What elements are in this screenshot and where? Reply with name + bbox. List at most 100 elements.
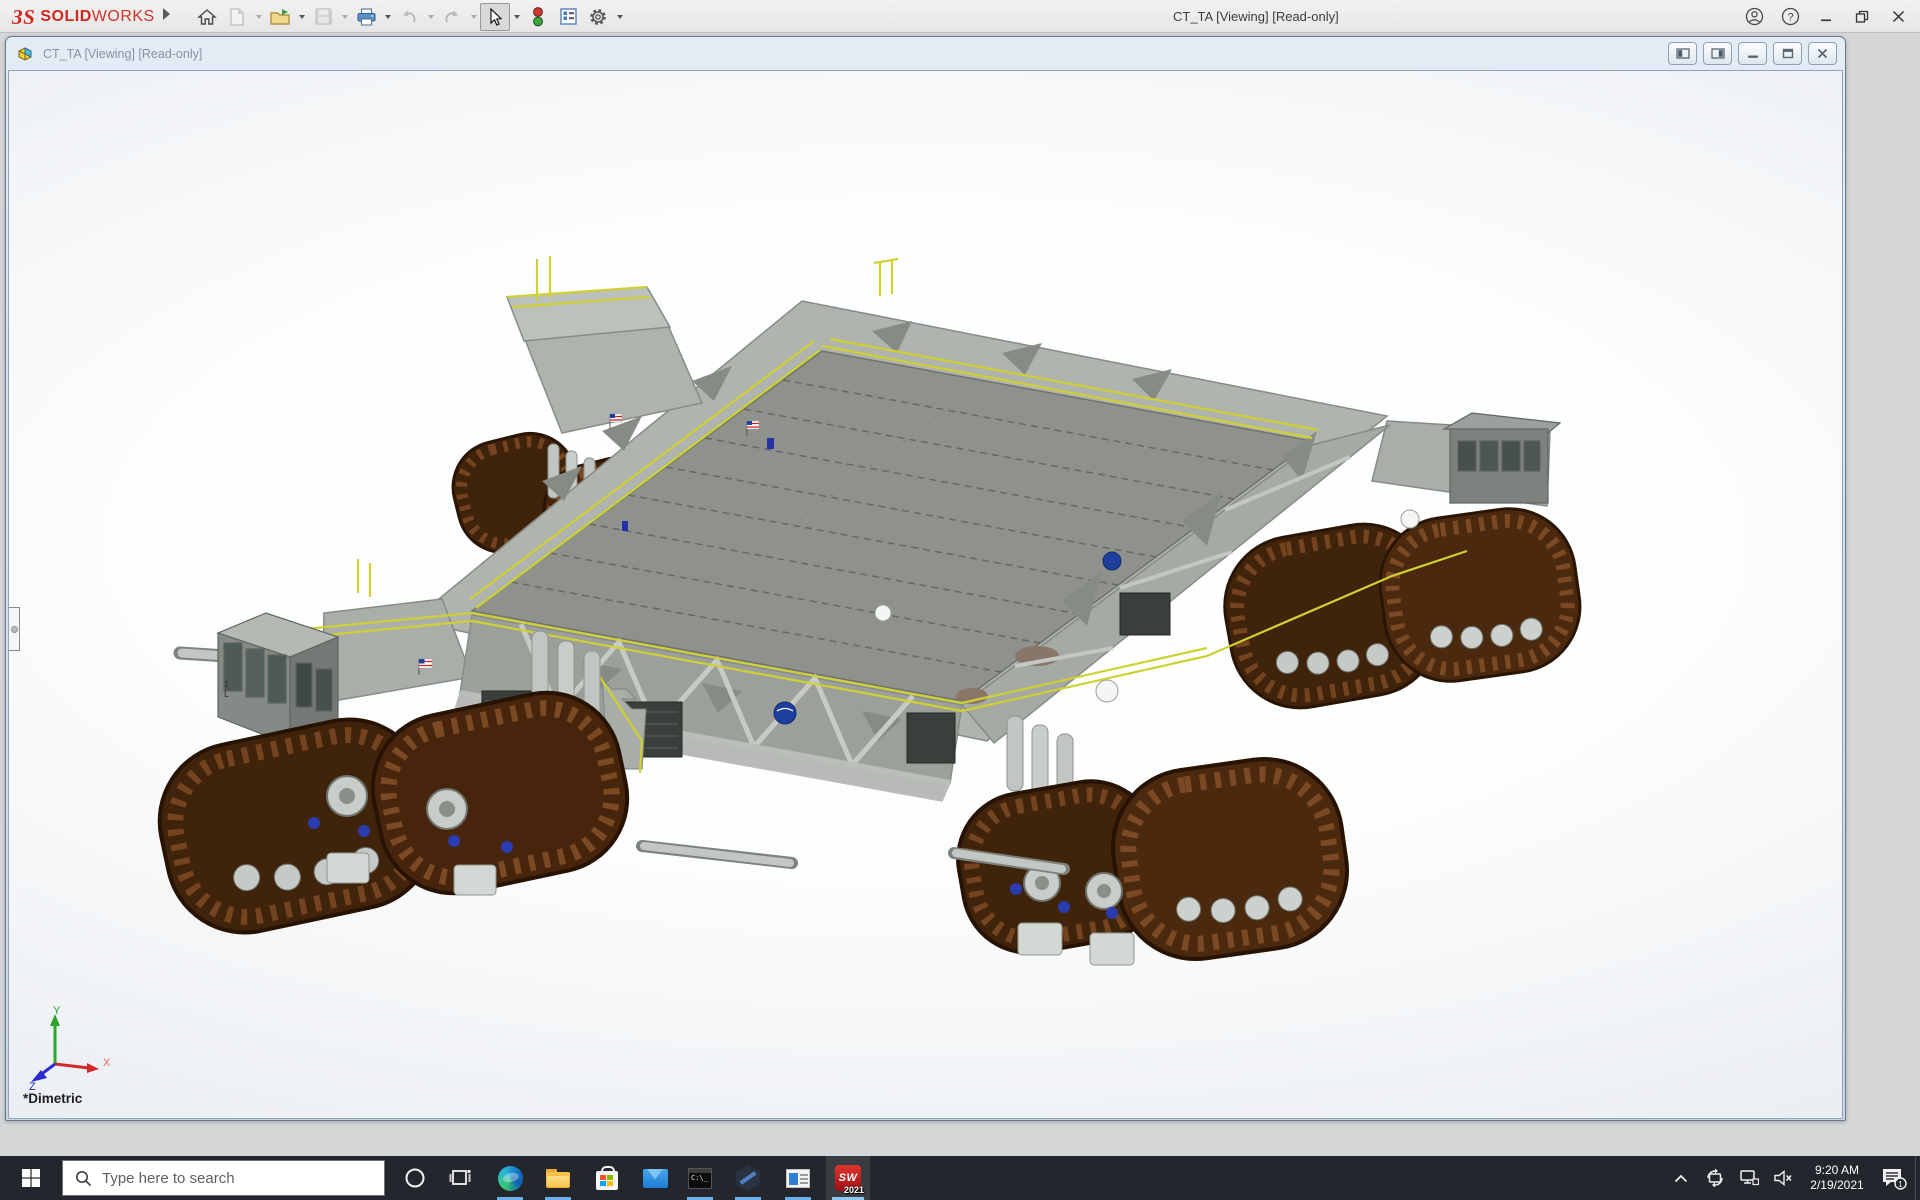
document-title-bar[interactable]: CT_TA [Viewing] [Read-only] (6, 37, 1845, 71)
collapse-right-pane-button[interactable] (1703, 42, 1732, 65)
doc-restore-icon (1782, 48, 1794, 59)
nasa-meatball-decal (1103, 552, 1121, 570)
splitter-dot (11, 626, 18, 633)
design-checker-button[interactable] (553, 3, 583, 31)
options-dropdown[interactable] (613, 3, 626, 31)
view-orientation-label: *Dimetric (23, 1091, 82, 1106)
pane-right-icon (1711, 48, 1725, 59)
tray-network[interactable] (1732, 1156, 1766, 1200)
document-window: CT_TA [Viewing] [Read-only] (5, 36, 1846, 1121)
start-button[interactable] (0, 1156, 62, 1200)
save-icon (314, 7, 333, 26)
undo-dropdown[interactable] (424, 3, 437, 31)
viewport-3d[interactable]: 1 L Y X Z *Dimetric (8, 70, 1843, 1119)
triad-z-label: Z (29, 1081, 36, 1091)
account-icon (1745, 7, 1764, 26)
taskbar-command-prompt[interactable]: C:\_ (678, 1156, 722, 1200)
assembly-cube-icon (15, 44, 35, 64)
mail-icon (643, 1169, 668, 1188)
operator-cab-right (1444, 413, 1560, 503)
select-tool-button[interactable] (480, 3, 510, 31)
vent-circle (1096, 680, 1118, 702)
vent-circle (1401, 510, 1419, 528)
document-window-controls (1668, 42, 1837, 65)
notification-badge: 1 (1898, 1180, 1903, 1189)
taskbar-store[interactable] (585, 1156, 629, 1200)
solidworks-year-badge: 2021 (844, 1185, 864, 1195)
tray-volume[interactable] (1766, 1156, 1800, 1200)
select-tool-dropdown[interactable] (510, 3, 523, 31)
home-button[interactable] (192, 3, 222, 31)
search-input[interactable] (102, 1170, 384, 1187)
undo-button[interactable] (394, 3, 424, 31)
taskbar-mail[interactable] (633, 1156, 677, 1200)
restore-button[interactable] (1844, 2, 1880, 32)
close-button[interactable] (1880, 2, 1916, 32)
print-button[interactable] (351, 3, 381, 31)
print-dropdown[interactable] (381, 3, 394, 31)
options-button[interactable] (583, 3, 613, 31)
taskbar-task-view[interactable] (438, 1156, 482, 1200)
doc-close-button[interactable] (1808, 42, 1837, 65)
help-button[interactable]: ? (1772, 2, 1808, 32)
windows-logo-icon (22, 1169, 40, 1187)
collapse-left-pane-button[interactable] (1668, 42, 1697, 65)
new-document-dropdown[interactable] (252, 3, 265, 31)
doc-minimize-icon (1747, 49, 1759, 59)
open-dropdown[interactable] (295, 3, 308, 31)
hidden-icons-button[interactable] (1664, 1156, 1698, 1200)
account-button[interactable] (1736, 2, 1772, 32)
clock-date: 2/19/2021 (1800, 1178, 1874, 1193)
taskbar-window-app[interactable] (776, 1156, 820, 1200)
taskbar-solidworks[interactable]: SW 2021 (826, 1156, 870, 1200)
taskbar-cortana[interactable] (393, 1156, 437, 1200)
menu-expand-arrow[interactable] (163, 8, 170, 20)
pane-left-icon (1676, 48, 1690, 59)
select-cursor-icon (486, 7, 504, 27)
doc-close-icon (1817, 48, 1828, 59)
file-explorer-icon (546, 1169, 570, 1188)
taskbar-clock[interactable]: 9:20 AM 2/19/2021 (1800, 1163, 1874, 1193)
minimize-button[interactable] (1808, 2, 1844, 32)
taskbar-file-explorer[interactable] (536, 1156, 580, 1200)
clock-time: 9:20 AM (1800, 1163, 1874, 1178)
save-button[interactable] (308, 3, 338, 31)
tray-display-sync[interactable] (1698, 1156, 1732, 1200)
blue-pennant-decal (622, 521, 628, 531)
dassault-ds-icon: ЗS (12, 5, 35, 30)
undo-icon (399, 8, 419, 26)
chevron-up-icon (1674, 1174, 1688, 1183)
gear-icon (588, 7, 608, 27)
doc-minimize-button[interactable] (1738, 42, 1767, 65)
action-center-icon: 1 (1881, 1166, 1907, 1190)
search-icon (75, 1170, 92, 1187)
redo-dropdown[interactable] (467, 3, 480, 31)
redo-icon (442, 8, 462, 26)
action-center-button[interactable]: 1 (1874, 1156, 1914, 1200)
print-icon (356, 7, 377, 27)
feature-tree-splitter-handle[interactable] (9, 607, 20, 651)
app-window-title: CT_TA [Viewing] [Read-only] (1173, 9, 1339, 24)
nasa-meatball-decal (774, 702, 796, 724)
checklist-icon (559, 7, 578, 26)
open-button[interactable] (265, 3, 295, 31)
taskbar-search[interactable] (62, 1160, 385, 1196)
task-view-icon (449, 1167, 471, 1189)
show-desktop-button[interactable] (1915, 1156, 1920, 1200)
model-annotation: 1 L (224, 679, 229, 699)
close-icon (1892, 10, 1905, 23)
triad-x-label: X (103, 1057, 111, 1069)
vent-circle (875, 605, 891, 621)
minimize-icon (1820, 10, 1833, 23)
new-document-button[interactable] (222, 3, 252, 31)
hexagon-app-icon (736, 1165, 760, 1191)
performance-indicator-button[interactable] (523, 3, 553, 31)
doc-restore-button[interactable] (1773, 42, 1802, 65)
taskbar-edge[interactable] (488, 1156, 532, 1200)
svg-text:?: ? (1787, 11, 1793, 23)
taskbar-hexagon-app[interactable] (726, 1156, 770, 1200)
brand-bold: SOLID (40, 8, 91, 26)
save-dropdown[interactable] (338, 3, 351, 31)
display-sync-icon (1705, 1168, 1725, 1188)
redo-button[interactable] (437, 3, 467, 31)
